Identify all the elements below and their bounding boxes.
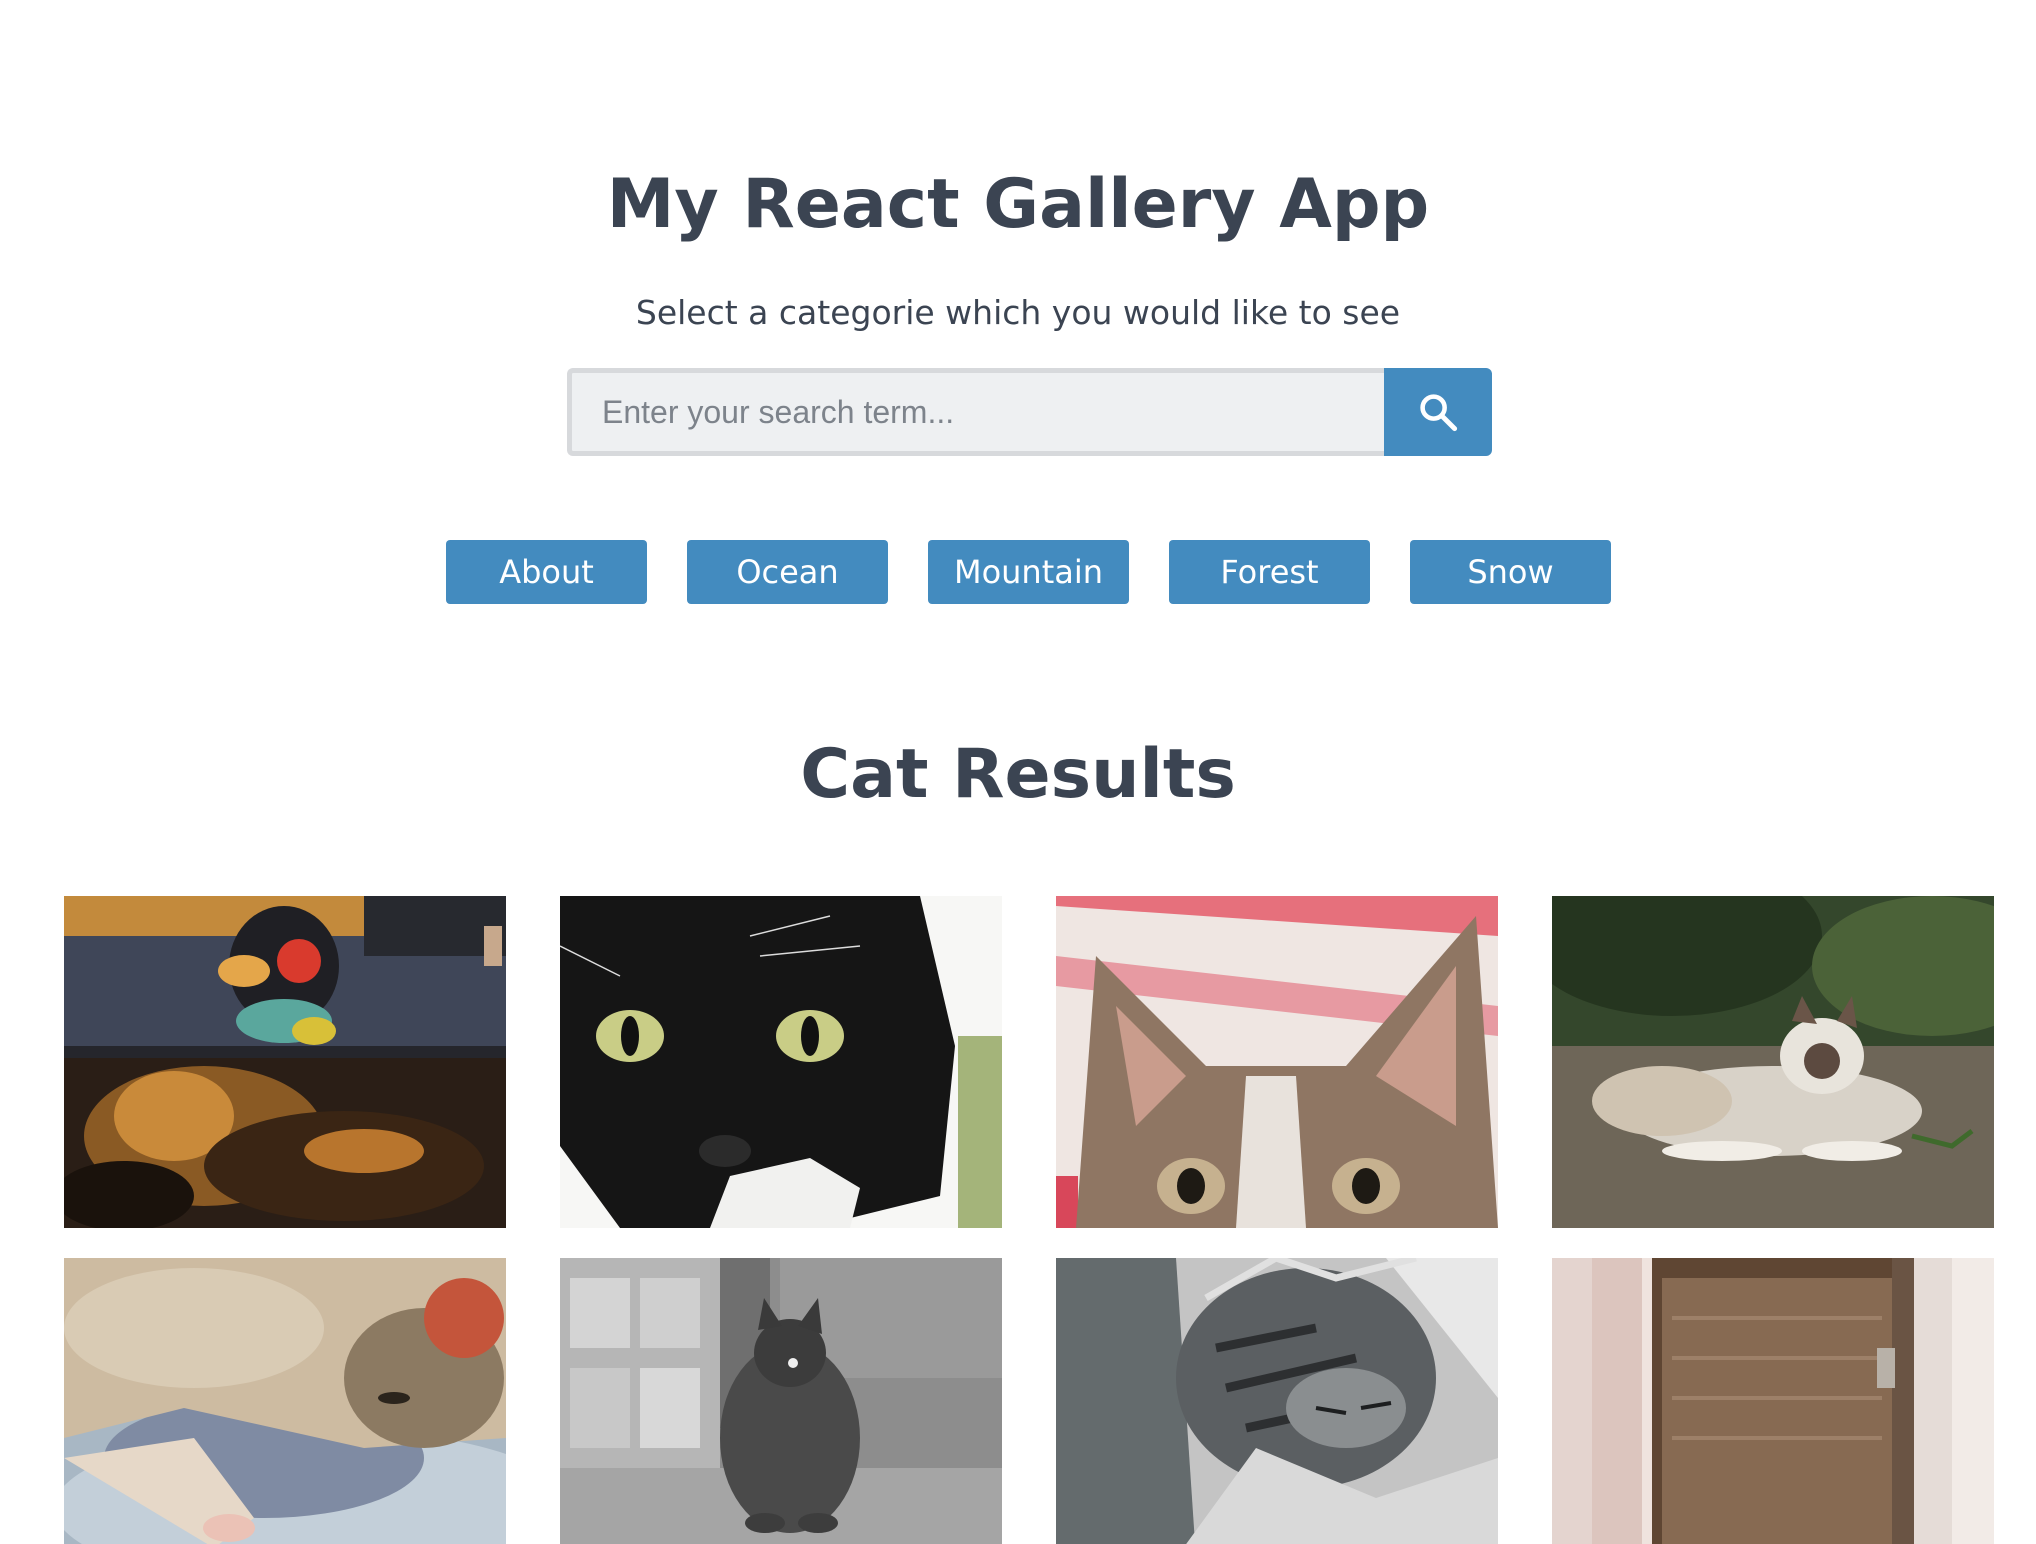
cat-photo-image (1552, 1258, 1994, 1544)
results-title: Cat Results (800, 735, 1236, 814)
cat-photo[interactable] (64, 1258, 506, 1544)
cat-photo[interactable] (1056, 896, 1498, 1228)
cat-photo[interactable] (1056, 1258, 1498, 1544)
nav-ocean-button[interactable]: Ocean (687, 540, 888, 604)
search-input[interactable] (567, 368, 1384, 456)
cat-photo-image (64, 1258, 506, 1544)
cat-photo-image (560, 896, 1002, 1228)
cat-photo-image (1056, 896, 1498, 1228)
nav-about-button[interactable]: About (446, 540, 647, 604)
gallery-page: My React Gallery App Select a categorie … (0, 0, 2036, 1544)
search-icon (1420, 394, 1458, 432)
cat-photo[interactable] (1552, 896, 1994, 1228)
category-nav: About Ocean Mountain Forest Snow (446, 540, 1611, 604)
cat-photo-image (1056, 1258, 1498, 1544)
cat-photo-image (560, 1258, 1002, 1544)
nav-forest-button[interactable]: Forest (1169, 540, 1370, 604)
search-form (567, 368, 1492, 456)
cat-photo[interactable] (64, 896, 506, 1228)
cat-photo-image (64, 896, 506, 1228)
page-title: My React Gallery App (606, 165, 1430, 244)
search-button[interactable] (1384, 368, 1492, 456)
cat-photo-image (1552, 896, 1994, 1228)
cat-photo[interactable] (1552, 1258, 1994, 1544)
cat-photo[interactable] (560, 1258, 1002, 1544)
cat-photo[interactable] (560, 896, 1002, 1228)
nav-mountain-button[interactable]: Mountain (928, 540, 1129, 604)
page-subtitle: Select a categorie which you would like … (635, 293, 1401, 332)
photo-gallery (64, 896, 1994, 1544)
nav-snow-button[interactable]: Snow (1410, 540, 1611, 604)
